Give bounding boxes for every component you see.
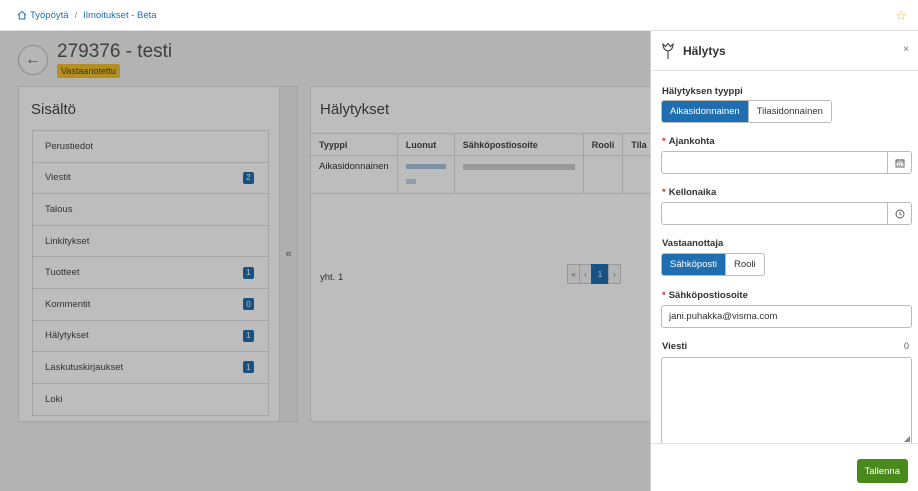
required-mark: * bbox=[662, 187, 666, 198]
modal-overlay[interactable] bbox=[0, 31, 650, 491]
breadcrumb-home-link[interactable]: Työpöytä bbox=[30, 10, 69, 21]
type-option-state[interactable]: Tilasidonnainen bbox=[747, 101, 831, 122]
email-label-text: Sähköpostiosoite bbox=[668, 290, 748, 301]
recipient-option-role[interactable]: Rooli bbox=[725, 254, 764, 275]
save-button[interactable]: Tallenna bbox=[856, 459, 908, 483]
time-point-label-text: Ajankohta bbox=[668, 136, 715, 147]
type-option-time[interactable]: Aikasidonnainen bbox=[662, 101, 748, 122]
message-char-counter: 0 bbox=[903, 341, 909, 351]
required-mark: * bbox=[662, 136, 666, 147]
message-textarea[interactable]: ◢ bbox=[661, 357, 912, 445]
resize-handle-icon[interactable]: ◢ bbox=[904, 434, 910, 443]
recipient-option-email[interactable]: Sähköposti bbox=[662, 254, 726, 275]
clock-icon[interactable] bbox=[887, 203, 911, 224]
time-point-label: * Ajankohta bbox=[662, 136, 715, 147]
required-mark: * bbox=[662, 290, 666, 301]
email-label: * Sähköpostiosoite bbox=[662, 290, 748, 301]
alert-type-toggle: Aikasidonnainen Tilasidonnainen bbox=[661, 100, 832, 123]
email-field[interactable]: jani.puhakka@visma.com bbox=[661, 305, 912, 328]
message-label: Viesti bbox=[662, 341, 688, 352]
panel-title: Hälytys bbox=[683, 43, 726, 58]
top-bar: Työpöytä / Ilmoitukset - Beta ☆ bbox=[0, 0, 918, 31]
calendar-icon[interactable] bbox=[887, 152, 911, 173]
breadcrumb-separator: / bbox=[74, 9, 78, 21]
home-icon bbox=[17, 10, 27, 20]
email-value: jani.puhakka@visma.com bbox=[669, 311, 778, 322]
tulip-icon bbox=[662, 42, 674, 59]
alert-panel: Hälytys × Hälytyksen tyyppi Aikasidonnai… bbox=[650, 31, 918, 491]
clock-input[interactable] bbox=[661, 202, 912, 225]
clock-label-text: Kellonaika bbox=[668, 187, 717, 198]
close-icon[interactable]: × bbox=[903, 44, 909, 55]
alert-type-label: Hälytyksen tyyppi bbox=[662, 86, 743, 97]
breadcrumb-current-link[interactable]: Ilmoitukset - Beta bbox=[83, 10, 156, 21]
panel-footer: Tallenna bbox=[651, 443, 918, 491]
time-point-input[interactable] bbox=[661, 151, 912, 174]
recipient-label: Vastaanottaja bbox=[662, 238, 724, 249]
clock-label: * Kellonaika bbox=[662, 187, 716, 198]
star-icon[interactable]: ☆ bbox=[895, 8, 907, 24]
recipient-toggle: Sähköposti Rooli bbox=[661, 253, 765, 276]
panel-header: Hälytys × bbox=[651, 31, 918, 71]
